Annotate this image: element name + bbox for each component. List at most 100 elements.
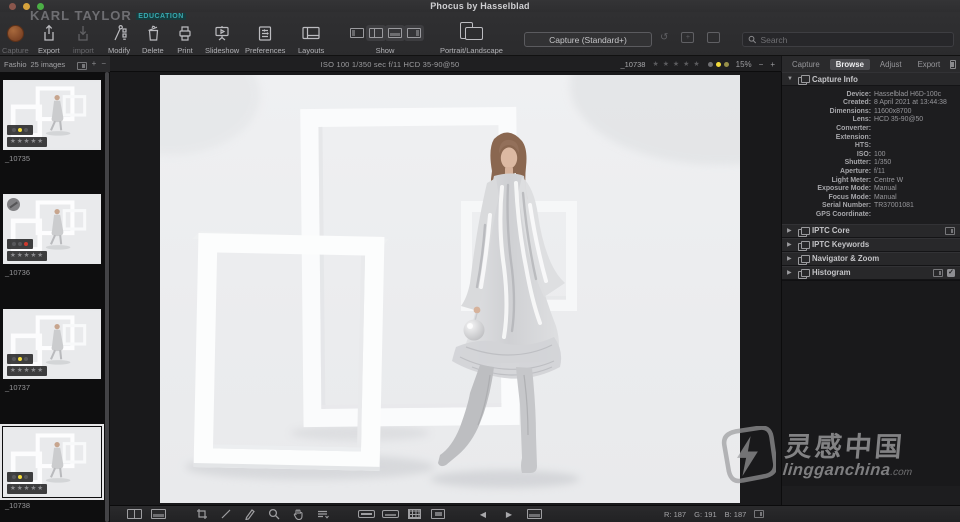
zoom-out-button[interactable]: − — [759, 60, 764, 69]
preset-add-icon[interactable]: + — [681, 32, 694, 43]
readout-settings-icon[interactable] — [754, 510, 764, 518]
info-label: GPS Coordinate: — [782, 209, 874, 218]
adjustments-applied-badge — [7, 198, 20, 211]
info-value: 11600x8700 — [874, 106, 956, 115]
info-value: 1/350 — [874, 158, 956, 167]
adjustments-preset-actions: ↺ + — [660, 32, 720, 43]
straighten-tool-button[interactable] — [214, 507, 238, 522]
info-value: Hasselblad H6D-100c — [874, 89, 956, 98]
spot-tool-button[interactable] — [238, 507, 262, 522]
layout-filmstrip-top-button[interactable] — [378, 507, 402, 522]
thumbnail-10736[interactable]: ★★★★★ _10736 — [3, 194, 101, 277]
info-value: Centre W — [874, 175, 956, 184]
browser-folder-header: Fashio 25 images + − — [0, 56, 110, 72]
browser-overlay-button[interactable] — [522, 507, 546, 522]
compare-view-button[interactable] — [122, 507, 146, 522]
thumbnail-10737[interactable]: ★★★★★ _10737 — [3, 309, 101, 392]
previous-image-button[interactable]: ◀ — [470, 510, 496, 519]
image-viewer — [110, 72, 781, 505]
import-icon — [73, 22, 93, 44]
preferences-button[interactable]: Preferences — [245, 22, 285, 55]
pan-tool-button[interactable] — [286, 507, 310, 522]
search-field[interactable] — [742, 32, 954, 47]
info-label: Lens: — [782, 115, 874, 124]
adjustments-preset-dropdown[interactable]: Capture (Standard+) — [524, 32, 652, 47]
filmstrip-panel: ★★★★★ _10735 ★★★★★ _1073 — [0, 72, 110, 522]
portrait-landscape-button[interactable]: Portrait/Landscape — [440, 22, 503, 55]
info-label: HTS: — [782, 141, 874, 150]
main-photo[interactable] — [160, 75, 740, 503]
thumbnail-10735[interactable]: ★★★★★ _10735 — [3, 80, 101, 163]
filmstrip-scrollbar[interactable] — [105, 72, 109, 522]
tab-capture[interactable]: Capture — [786, 59, 826, 70]
tool-options-menu-button[interactable] — [310, 507, 334, 522]
green-value: G: 191 — [694, 510, 717, 519]
color-label-badge — [7, 354, 33, 364]
capture-info-header[interactable]: ▼ Capture Info — [782, 72, 960, 86]
remove-folder-button[interactable]: − — [101, 59, 106, 70]
phocus-window: Phocus by Hasselblad KARL TAYLOR EDUCATI… — [0, 0, 960, 522]
info-bar: Fashio 25 images + − ISO 100 1/350 sec f… — [0, 56, 960, 72]
iptc-keywords-header[interactable]: ▶ IPTC Keywords — [782, 238, 960, 252]
rgb-readout: R: 187 G: 191 B: 187 — [664, 510, 764, 519]
grid-view-button[interactable] — [402, 507, 426, 522]
single-image-view-button[interactable] — [426, 507, 450, 522]
show-filmstrip-toggle[interactable] — [388, 28, 402, 38]
preset-save-icon[interactable] — [707, 32, 720, 43]
info-value — [874, 209, 956, 218]
navigator-zoom-header[interactable]: ▶ Navigator & Zoom — [782, 252, 960, 266]
histogram-checkbox[interactable]: ✓ — [947, 269, 955, 277]
layout-filmstrip-bottom-button[interactable] — [354, 507, 378, 522]
print-button[interactable]: Print — [175, 22, 195, 55]
slideshow-button[interactable]: Slideshow — [205, 22, 239, 55]
import-button[interactable]: import — [73, 22, 94, 55]
thumbnail-filename: _10736 — [3, 268, 101, 277]
info-value: TR37001081 — [874, 201, 956, 210]
show-viewer-toggle[interactable] — [369, 28, 383, 38]
capture-info-rows: Device:Hasselblad H6D-100c Created:8 Apr… — [782, 86, 960, 224]
portrait-landscape-icon — [458, 22, 484, 44]
tab-adjust[interactable]: Adjust — [874, 59, 908, 70]
disclosure-triangle-icon: ▶ — [787, 255, 794, 262]
label-dot — [716, 62, 721, 67]
layouts-button[interactable]: Layouts — [298, 22, 324, 55]
show-tools-toggle[interactable] — [407, 28, 421, 38]
search-icon — [748, 35, 756, 44]
show-browser-toggle[interactable] — [350, 28, 364, 38]
export-button[interactable]: Export — [38, 22, 60, 55]
delete-trash-icon — [143, 22, 163, 44]
thumbnail-10738-selected[interactable]: ★★★★★ _10738 — [3, 427, 101, 510]
tab-browse[interactable]: Browse — [830, 59, 870, 70]
viewer-mode-button[interactable] — [146, 507, 170, 522]
search-input[interactable] — [760, 35, 948, 45]
delete-button[interactable]: Delete — [142, 22, 164, 55]
info-label: Device: — [782, 89, 874, 98]
zoom-level[interactable]: 15% — [736, 60, 752, 69]
modify-button[interactable]: Modify — [108, 22, 130, 55]
histogram-header[interactable]: ▶ Histogram ✓ — [782, 266, 960, 280]
detach-panel-icon[interactable] — [945, 227, 955, 235]
section-title: Histogram — [812, 268, 851, 277]
info-label: Light Meter: — [782, 175, 874, 184]
disclosure-triangle-icon: ▶ — [787, 227, 794, 234]
capture-button[interactable]: Capture — [2, 22, 29, 55]
crop-tool-button[interactable] — [190, 507, 214, 522]
rating-stars[interactable]: ★ ★ ★ ★ ★ — [652, 60, 700, 68]
info-label: Created: — [782, 98, 874, 107]
panel-toggle-icon[interactable] — [950, 60, 956, 69]
iptc-core-header[interactable]: ▶ IPTC Core — [782, 224, 960, 238]
thumbnail-filename: _10737 — [3, 383, 101, 392]
next-image-button[interactable]: ▶ — [496, 510, 522, 519]
add-folder-button[interactable]: + — [92, 59, 97, 70]
preset-undo-icon[interactable]: ↺ — [660, 32, 668, 43]
browser-view-icon[interactable] — [77, 62, 87, 70]
star-rating-badge: ★★★★★ — [7, 366, 47, 376]
color-label-dots[interactable] — [708, 62, 729, 67]
detach-panel-icon[interactable] — [933, 269, 943, 277]
panel-icon — [798, 75, 808, 83]
zoom-in-button[interactable]: + — [770, 60, 775, 69]
info-value: 100 — [874, 149, 956, 158]
zoom-tool-button[interactable] — [262, 507, 286, 522]
tab-export[interactable]: Export — [912, 59, 947, 70]
exposure-readout: ISO 100 1/350 sec f/11 HCD 35-90@50 — [110, 56, 670, 72]
